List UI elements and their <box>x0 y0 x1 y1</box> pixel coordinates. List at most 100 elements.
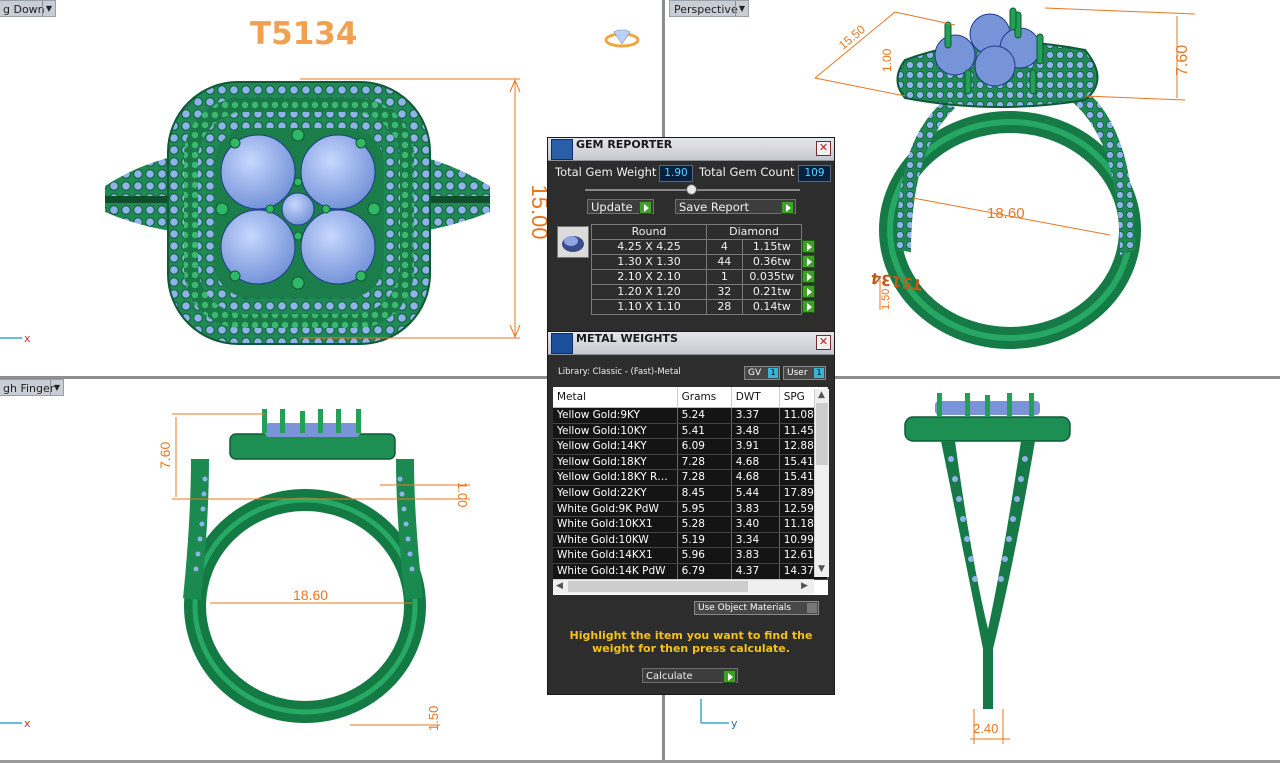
update-button-label: Update <box>591 200 633 214</box>
user-indicator: 1 <box>814 368 824 378</box>
table-row[interactable]: Yellow Gold:22KY 8.45 5.44 17.89 <box>553 485 828 502</box>
metal-name: White Gold:10KX1 <box>553 516 678 533</box>
table-row[interactable]: White Gold:14K PdW 6.79 4.37 14.37 <box>553 563 828 580</box>
viewport-label-front[interactable]: gh Finger ▼ <box>0 379 64 396</box>
user-toggle[interactable]: User 1 <box>783 366 826 380</box>
persp-band-dim: 1.50 <box>880 289 892 310</box>
table-row[interactable]: Yellow Gold:18KY R… 7.28 4.68 15.41 <box>553 469 828 486</box>
table-row[interactable]: White Gold:10KW 5.19 3.34 10.99 <box>553 532 828 549</box>
save-report-button[interactable]: Save Report <box>675 199 796 214</box>
gem-weight: 0.035tw <box>741 269 803 285</box>
chevron-down-icon[interactable]: ▼ <box>735 1 748 16</box>
table-row[interactable]: Yellow Gold:18KY 7.28 4.68 15.41 <box>553 454 828 471</box>
total-gem-weight-value: 1.90 <box>659 165 693 182</box>
metal-grams: 5.24 <box>677 407 732 424</box>
persp-height-dim: 7.60 <box>1174 45 1191 76</box>
chevron-right-icon[interactable]: ▶ <box>801 581 808 591</box>
metal-dwt: 3.40 <box>731 516 780 533</box>
gem-count: 1 <box>706 269 743 285</box>
gem-row[interactable]: 4.25 X 4.25 4 1.15tw <box>591 239 821 255</box>
metal-dwt: 3.91 <box>731 438 780 455</box>
metal-grams: 5.96 <box>677 547 732 564</box>
metal-dwt: 4.37 <box>731 563 780 580</box>
metal-dwt: 3.83 <box>731 501 780 518</box>
gem-size: 1.10 X 1.10 <box>591 299 707 315</box>
table-row[interactable]: White Gold:14KX1 5.96 3.83 12.61 <box>553 547 828 564</box>
scale-icon <box>551 333 573 354</box>
gem-row[interactable]: 1.20 X 1.20 32 0.21tw <box>591 284 821 300</box>
use-object-materials-toggle[interactable]: Use Object Materials <box>694 601 819 615</box>
metal-name: Yellow Gold:14KY <box>553 438 678 455</box>
metal-col-grams[interactable]: Grams <box>677 387 732 408</box>
calculate-button[interactable]: Calculate <box>642 668 738 683</box>
close-icon[interactable]: ✕ <box>816 335 831 350</box>
gem-col-type: Diamond <box>706 224 802 240</box>
gem-size: 1.20 X 1.20 <box>591 284 707 300</box>
chevron-down-icon[interactable]: ▼ <box>50 380 63 395</box>
scrollbar-thumb[interactable] <box>816 403 828 465</box>
gem-size: 1.30 X 1.30 <box>591 254 707 270</box>
chevron-down-icon[interactable]: ▼ <box>42 1 55 16</box>
play-arrow-icon[interactable] <box>802 239 815 253</box>
viewport-label-perspective[interactable]: Perspective ▼ <box>669 0 749 17</box>
table-row[interactable]: White Gold:9K PdW 5.95 3.83 12.59 <box>553 501 828 518</box>
persp-prong-dim: 1.00 <box>880 48 894 72</box>
metal-col-dwt[interactable]: DWT <box>731 387 780 408</box>
play-arrow-icon[interactable] <box>802 284 815 298</box>
front-inner-dim: 18.60 <box>293 587 328 603</box>
play-arrow-icon[interactable] <box>802 269 815 283</box>
metal-weights-header[interactable]: METAL WEIGHTS ✕ <box>548 332 834 355</box>
gem-reporter-header[interactable]: GEM REPORTER ✕ <box>548 138 834 161</box>
table-row[interactable]: Yellow Gold:14KY 6.09 3.91 12.88 <box>553 438 828 455</box>
close-icon[interactable]: ✕ <box>816 141 831 156</box>
y-axis-label: y <box>731 717 738 730</box>
metal-grams: 7.28 <box>677 454 732 471</box>
user-label: User <box>787 368 808 378</box>
metal-col-metal[interactable]: Metal <box>553 387 678 408</box>
gem-row[interactable]: 1.30 X 1.30 44 0.36tw <box>591 254 821 270</box>
gem-count: 32 <box>706 284 743 300</box>
front-band-dim: 1.50 <box>426 706 441 731</box>
checkbox-icon <box>807 603 817 613</box>
x-axis-label: x <box>24 717 31 730</box>
metal-table[interactable]: Metal Grams DWT SPG Yellow Gold:9KY 5.24 3… <box>553 387 828 595</box>
metal-name: White Gold:10KW <box>553 532 678 549</box>
round-gem-thumbnail-icon <box>557 226 589 258</box>
side-band-dim: 2.40 <box>973 721 998 736</box>
metal-grams: 5.41 <box>677 423 732 440</box>
save-report-label: Save Report <box>679 200 750 214</box>
gem-weight: 0.36tw <box>741 254 803 270</box>
metal-grams: 6.09 <box>677 438 732 455</box>
chevron-up-icon[interactable]: ▲ <box>818 390 825 400</box>
table-row[interactable]: Yellow Gold:9KY 5.24 3.37 11.08 <box>553 407 828 424</box>
play-arrow-icon[interactable] <box>802 299 815 313</box>
metal-weights-title: METAL WEIGHTS <box>576 332 678 345</box>
viewport-label-top[interactable]: g Down ▼ <box>0 0 56 17</box>
chevron-left-icon[interactable]: ◀ <box>556 581 563 591</box>
play-arrow-icon[interactable] <box>802 254 815 268</box>
scrollbar-thumb[interactable] <box>568 581 748 592</box>
use-object-materials-label: Use Object Materials <box>698 603 792 613</box>
total-gem-weight-label: Total Gem Weight <box>555 165 657 179</box>
metal-table-horizontal-scrollbar[interactable]: ◀ ▶ <box>553 579 814 594</box>
table-row[interactable]: White Gold:10KX1 5.28 3.40 11.18 <box>553 516 828 533</box>
metal-table-vertical-scrollbar[interactable]: ▲ ▼ <box>814 389 829 577</box>
update-button[interactable]: Update <box>587 199 654 214</box>
gem-table: Round Diamond 4.25 X 4.25 4 1.15tw 1.30 … <box>591 224 821 315</box>
metal-grams: 6.79 <box>677 563 732 580</box>
engraving-text: T5134 <box>870 269 924 294</box>
viewport-label-text: Perspective <box>674 3 738 16</box>
viewport-label-text: gh Finger <box>3 382 55 395</box>
metal-dwt: 3.37 <box>731 407 780 424</box>
total-gem-count-label: Total Gem Count <box>699 165 795 179</box>
play-arrow-icon <box>781 201 794 214</box>
gem-row[interactable]: 2.10 X 2.10 1 0.035tw <box>591 269 821 285</box>
gv-toggle[interactable]: GV 1 <box>744 366 780 380</box>
gem-reporter-title: GEM REPORTER <box>576 138 673 151</box>
gem-row[interactable]: 1.10 X 1.10 28 0.14tw <box>591 299 821 315</box>
gem-slider-handle[interactable] <box>686 184 697 195</box>
metal-grams: 5.19 <box>677 532 732 549</box>
table-row[interactable]: Yellow Gold:10KY 5.41 3.48 11.45 <box>553 423 828 440</box>
metal-grams: 7.28 <box>677 469 732 486</box>
chevron-down-icon[interactable]: ▼ <box>818 564 825 574</box>
